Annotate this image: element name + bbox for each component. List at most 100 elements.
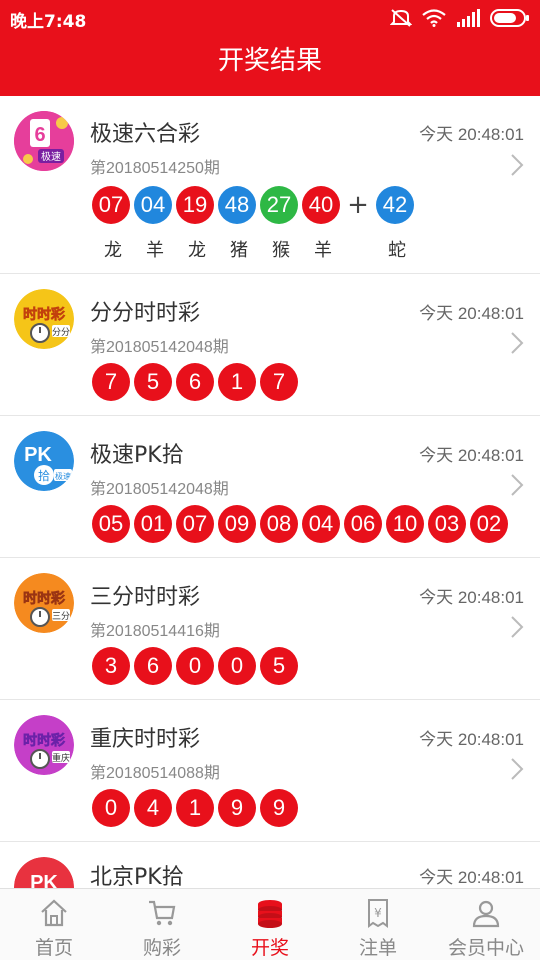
battery-icon (490, 9, 530, 31)
result-ball: 0 (176, 647, 214, 685)
result-ball: 06 (344, 505, 382, 543)
lottery-name: 三分时时彩 (90, 585, 201, 610)
result-ball: 9 (218, 789, 256, 827)
tab-home[interactable]: 首页 (0, 889, 108, 960)
draw-time: 今天 20:48:01 (419, 730, 524, 749)
draw-time: 今天 20:48:01 (419, 125, 524, 144)
issue-number: 第20180514416期 (90, 623, 220, 640)
list-item[interactable]: PK 北京PK拾 今天 20:48:01 (0, 843, 540, 888)
zodiac-label: 猴 (272, 240, 290, 261)
svg-text:分分: 分分 (52, 327, 70, 338)
draw-time: 今天 20:48:01 (419, 588, 524, 607)
draw-time: 今天 20:48:01 (419, 304, 524, 323)
result-ball: 7 (260, 363, 298, 401)
list-item[interactable]: 时时彩三分 三分时时彩 今天 20:48:01 第20180514416期 3 … (0, 559, 540, 700)
result-ball: 03 (428, 505, 466, 543)
pk10-blue-icon: PK 拾极速 (14, 431, 74, 491)
plus-icon: + (347, 190, 369, 220)
home-icon (41, 899, 67, 927)
zodiac-label: 猪 (230, 240, 248, 261)
result-ball: 3 (92, 647, 130, 685)
chevron-right-icon[interactable] (510, 153, 524, 177)
lottery-name: 重庆时时彩 (90, 727, 201, 752)
svg-text:PK: PK (24, 444, 52, 466)
result-balls: 3 6 0 0 5 (92, 647, 302, 685)
result-balls: 05 01 07 09 08 04 06 10 03 02 (92, 505, 512, 543)
signal-icon (456, 9, 480, 31)
list-item[interactable]: 时时彩 重庆 重庆时时彩 今天 20:48:01 第20180514088期 0 … (0, 701, 540, 842)
tab-orders[interactable]: ¥ 注单 (324, 889, 432, 960)
tab-draw-results[interactable]: 开奖 (216, 889, 324, 960)
result-ball: 04 (134, 186, 172, 224)
svg-text:三分: 三分 (52, 611, 70, 622)
result-ball: 6 (176, 363, 214, 401)
issue-number: 第20180514088期 (90, 765, 220, 782)
svg-text:6: 6 (34, 124, 45, 146)
result-ball: 0 (92, 789, 130, 827)
bottom-tab-bar: 首页 购彩 开奖 ¥ 注单 会员中心 (0, 888, 540, 960)
svg-text:时时彩: 时时彩 (23, 590, 65, 607)
list-item[interactable]: 6 极速 极速六合彩 今天 20:48:01 第20180514250期 07 0… (0, 96, 540, 274)
page-title: 开奖结果 (0, 36, 540, 96)
result-ball: 07 (176, 505, 214, 543)
result-ball: 1 (218, 363, 256, 401)
zodiac-label: 龙 (188, 240, 206, 261)
result-ball: 04 (302, 505, 340, 543)
result-balls: 0 4 1 9 9 (92, 789, 302, 827)
cart-icon (149, 900, 176, 926)
list-item[interactable]: PK 拾极速 极速PK拾 今天 20:48:01 第201805142048期 0… (0, 417, 540, 558)
zodiac-label: 羊 (314, 240, 332, 261)
wifi-icon (422, 9, 446, 31)
status-time: 晚上7:48 (10, 12, 87, 32)
result-ball: 7 (92, 363, 130, 401)
svg-text:极速: 极速 (41, 150, 61, 163)
result-ball: 01 (134, 505, 172, 543)
lottery-name: 分分时时彩 (90, 301, 201, 326)
lottery-name: 北京PK拾 (90, 865, 184, 888)
result-ball: 6 (134, 647, 172, 685)
result-ball: 5 (260, 647, 298, 685)
zodiac-label: 龙 (104, 240, 122, 261)
svg-text:时时彩: 时时彩 (23, 306, 65, 323)
result-ball: 5 (134, 363, 172, 401)
tab-label: 会员中心 (447, 937, 524, 959)
result-ball: 9 (260, 789, 298, 827)
zodiac-label: 蛇 (388, 240, 406, 261)
result-ball: 27 (260, 186, 298, 224)
svg-text:拾: 拾 (38, 468, 50, 483)
issue-number: 第20180514250期 (90, 160, 220, 177)
tab-label: 开奖 (250, 937, 289, 959)
result-ball: 4 (134, 789, 172, 827)
ssc-purple-icon: 时时彩重庆 (14, 715, 74, 775)
chevron-right-icon[interactable] (510, 473, 524, 497)
status-bar: 晚上7:48 (0, 0, 540, 36)
chevron-right-icon[interactable] (510, 615, 524, 639)
svg-text:重庆: 重庆 (52, 752, 70, 764)
tab-buy[interactable]: 购彩 (108, 889, 216, 960)
zodiac-row: 龙 羊 龙 猪 猴 羊 蛇 (92, 236, 418, 262)
tab-label: 首页 (34, 937, 73, 959)
special-ball: 42 (376, 186, 414, 224)
ssc-yellow-icon: 时时彩分分 (14, 289, 74, 349)
svg-text:PK: PK (30, 872, 58, 888)
chevron-right-icon[interactable] (510, 331, 524, 355)
draw-time: 今天 20:48:01 (419, 868, 524, 887)
issue-number: 第201805142048期 (90, 481, 229, 498)
lottery-name: 极速PK拾 (90, 443, 184, 468)
results-list[interactable]: 6 极速 极速六合彩 今天 20:48:01 第20180514250期 07 0… (0, 96, 540, 888)
result-ball: 48 (218, 186, 256, 224)
chevron-right-icon[interactable] (510, 757, 524, 781)
tab-label: 购彩 (142, 937, 181, 959)
svg-text:极速: 极速 (55, 471, 71, 481)
status-icons (389, 8, 530, 32)
svg-text:时时彩: 时时彩 (23, 732, 65, 749)
tab-member-center[interactable]: 会员中心 (432, 889, 540, 960)
result-ball: 07 (92, 186, 130, 224)
result-ball: 09 (218, 505, 256, 543)
zodiac-label: 羊 (146, 240, 164, 261)
result-ball: 10 (386, 505, 424, 543)
list-item[interactable]: 时时彩 分分 分分时时彩 今天 20:48:01 第201805142048期 7… (0, 275, 540, 416)
tab-label: 注单 (358, 937, 397, 959)
result-ball: 02 (470, 505, 508, 543)
receipt-icon: ¥ (368, 899, 388, 928)
